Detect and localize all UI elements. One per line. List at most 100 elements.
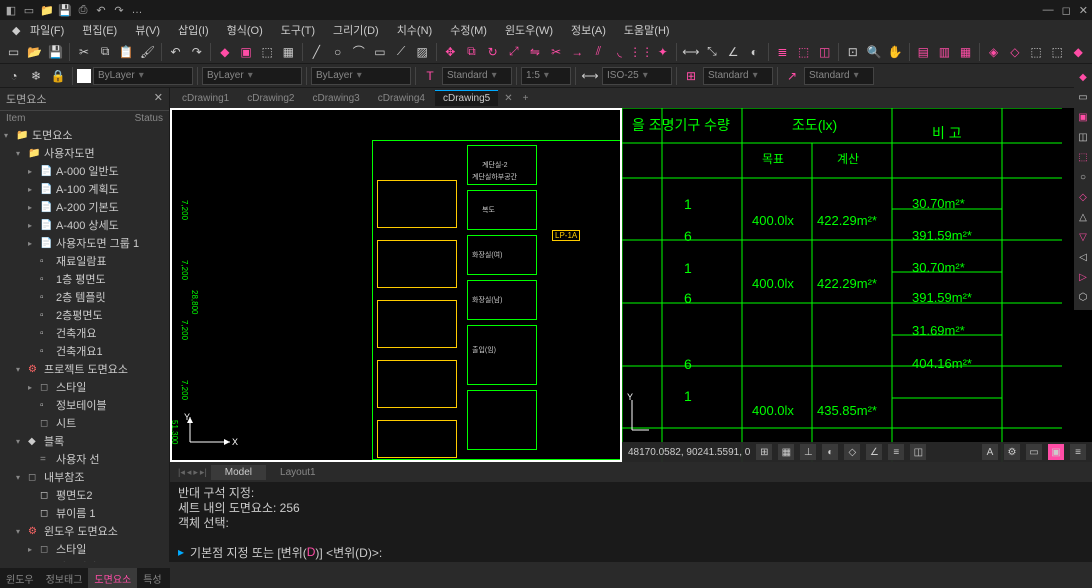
tab-last-icon[interactable]: ▸| (200, 467, 207, 478)
tree-item[interactable]: ◻뷰이름 1 (0, 504, 169, 522)
mleader-icon[interactable]: ↗ (782, 66, 802, 86)
max-view-icon[interactable]: ▭ (1026, 444, 1042, 460)
view-a[interactable]: ▤ (914, 42, 933, 62)
viewport-right[interactable]: 을 조명기구 수량 조도(lx) 비 고 목표 계산 161661400.0lx… (622, 108, 1092, 462)
lineweight-combo[interactable]: ByLayer (311, 67, 411, 85)
tree-item[interactable]: ▫2층 템플릿 (0, 288, 169, 306)
lwt-icon[interactable]: ≡ (888, 444, 904, 460)
rtool-5[interactable]: ⬚ (1075, 148, 1091, 166)
rotate-button[interactable]: ↻ (483, 42, 502, 62)
save-button[interactable]: 💾 (46, 42, 65, 62)
hatch-button[interactable]: ▨ (413, 42, 432, 62)
minimize-icon[interactable]: — (1043, 4, 1054, 17)
menu-tools[interactable]: 도구(T) (273, 20, 323, 40)
dim-icon[interactable]: ⟷ (580, 66, 600, 86)
text-icon[interactable]: T (420, 66, 440, 86)
tool-c[interactable]: ⬚ (258, 42, 277, 62)
tree-item[interactable]: ▾📁도면요소 (0, 126, 169, 144)
tab-cdrawing4[interactable]: cDrawing4 (370, 91, 433, 106)
mirror-button[interactable]: ⇋ (525, 42, 544, 62)
rtool-10[interactable]: ◁ (1075, 248, 1091, 266)
style-d[interactable]: ⬚ (1048, 42, 1067, 62)
copy-button[interactable]: ⧉ (96, 42, 115, 62)
otrack-icon[interactable]: ∠ (866, 444, 882, 460)
custom-icon[interactable]: ≡ (1070, 444, 1086, 460)
dim-aligned[interactable]: ⤡ (702, 42, 721, 62)
cut-button[interactable]: ✂ (74, 42, 93, 62)
ortho-icon[interactable]: ⊥ (800, 444, 816, 460)
zoom-win[interactable]: 🔍 (864, 42, 883, 62)
layer-a[interactable]: ≣ (773, 42, 792, 62)
rtool-1[interactable]: ◆ (1075, 68, 1091, 86)
style-c[interactable]: ⬚ (1026, 42, 1045, 62)
line-button[interactable]: ╱ (307, 42, 326, 62)
save-icon[interactable]: 💾 (58, 3, 72, 17)
color-combo[interactable]: ByLayer (93, 67, 193, 85)
sidetab-infotag[interactable]: 정보태그 (40, 568, 89, 588)
array-button[interactable]: ⋮⋮ (631, 42, 651, 62)
layer-freeze[interactable]: ❄ (26, 66, 46, 86)
tree-item[interactable]: ▫2층평면도 (0, 306, 169, 324)
tree-item[interactable]: ▾◆블록 (0, 432, 169, 450)
scale-combo[interactable]: 1:5 (521, 67, 571, 85)
tree-item[interactable]: ▫1층 평면도 (0, 270, 169, 288)
snap-icon[interactable]: ⊞ (756, 444, 772, 460)
menu-file[interactable]: 파일(F) (22, 20, 72, 40)
menu-insert[interactable]: 삽입(I) (170, 20, 217, 40)
zoom-ext[interactable]: ⊡ (843, 42, 862, 62)
rect-button[interactable]: ▭ (370, 42, 389, 62)
rtool-7[interactable]: ◇ (1075, 188, 1091, 206)
more-icon[interactable]: … (130, 3, 144, 17)
circle-button[interactable]: ○ (328, 42, 347, 62)
tab-add-icon[interactable]: + (519, 93, 533, 104)
mleaderstyle-combo[interactable]: Standard (804, 67, 874, 85)
sidebar-close-icon[interactable]: ✕ (154, 91, 163, 107)
menu-format[interactable]: 형식(O) (219, 20, 271, 40)
undo-icon[interactable]: ↶ (94, 3, 108, 17)
offset-button[interactable]: ⫽ (589, 42, 608, 62)
style-b[interactable]: ◇ (1005, 42, 1024, 62)
style-e[interactable]: ◆ (1069, 42, 1088, 62)
menu-draw[interactable]: 그리기(D) (325, 20, 387, 40)
new-button[interactable]: ▭ (4, 42, 23, 62)
rtool-3[interactable]: ▣ (1075, 108, 1091, 126)
redo-button[interactable]: ↷ (187, 42, 206, 62)
tab-next-icon[interactable]: ▸ (193, 467, 198, 478)
dim-linear[interactable]: ⟷ (681, 42, 700, 62)
tree-item[interactable]: ▸◻스타일 (0, 378, 169, 396)
sidetab-window[interactable]: 윈도우 (0, 568, 40, 588)
tool-d[interactable]: ▦ (279, 42, 298, 62)
tab-layout1[interactable]: Layout1 (266, 465, 330, 480)
tree-item[interactable]: ▫건축개요 (0, 324, 169, 342)
layer-toggle[interactable]: ◔ (4, 66, 24, 86)
tab-cdrawing1[interactable]: cDrawing1 (174, 91, 237, 106)
layer-b[interactable]: ⬚ (794, 42, 813, 62)
menu-modify[interactable]: 수정(M) (442, 20, 495, 40)
maximize-icon[interactable]: ◻ (1062, 4, 1071, 17)
rtool-2[interactable]: ▭ (1075, 88, 1091, 106)
tree-item[interactable]: ◻시트 (0, 414, 169, 432)
grid-icon[interactable]: ▦ (778, 444, 794, 460)
linetype-combo[interactable]: ByLayer (202, 67, 302, 85)
menu-view[interactable]: 뷰(V) (127, 20, 168, 40)
tree-item[interactable]: ◻평면도2 (0, 486, 169, 504)
tablestyle-combo[interactable]: Standard (703, 67, 773, 85)
view-b[interactable]: ▥ (935, 42, 954, 62)
tree-item[interactable]: ▫정보테이블 (0, 396, 169, 414)
explode-button[interactable]: ✦ (653, 42, 672, 62)
menu-help[interactable]: 도움말(H) (616, 20, 678, 40)
tree-item[interactable]: =사용자 선 (0, 450, 169, 468)
tree-item[interactable]: ▸📄A-200 기본도 (0, 198, 169, 216)
paste-button[interactable]: 📋 (117, 42, 136, 62)
tab-cdrawing3[interactable]: cDrawing3 (305, 91, 368, 106)
rtool-9[interactable]: ▽ (1075, 228, 1091, 246)
osnap-icon[interactable]: ◇ (844, 444, 860, 460)
polar-icon[interactable]: ◐ (822, 444, 838, 460)
view-c[interactable]: ▦ (956, 42, 975, 62)
dim-angular[interactable]: ∠ (724, 42, 743, 62)
tool-b[interactable]: ▣ (236, 42, 255, 62)
tree-item[interactable]: ▾◻내부참조 (0, 468, 169, 486)
table-icon[interactable]: ⊞ (681, 66, 701, 86)
trim-button[interactable]: ✂ (547, 42, 566, 62)
dimstyle-combo[interactable]: ISO-25 (602, 67, 672, 85)
